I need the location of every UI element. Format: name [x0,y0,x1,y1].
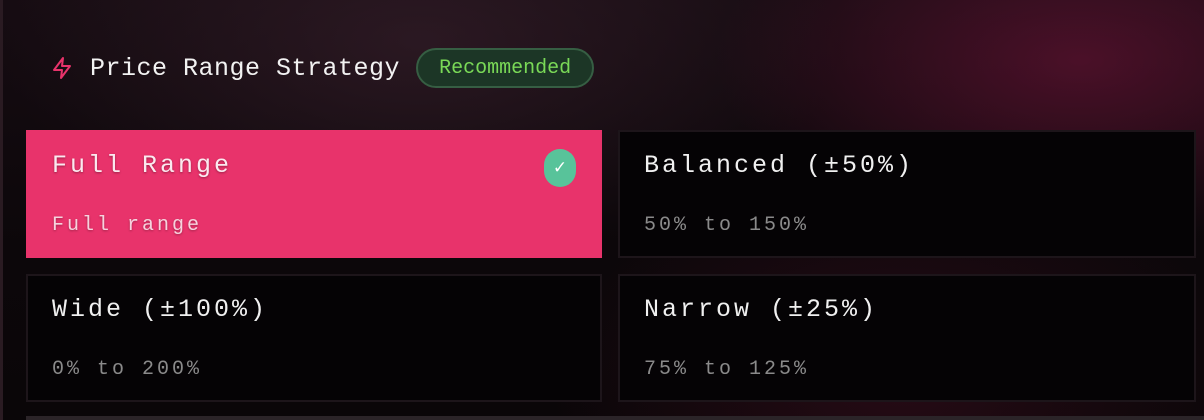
option-card-full-range[interactable]: Full Range Full range ✓ [26,130,602,258]
option-title: Narrow (±25%) [644,295,879,324]
option-range: 75% to 125% [644,358,810,381]
panel-edge [0,0,3,420]
option-range: 50% to 150% [644,214,810,237]
option-range: Full range [52,214,203,237]
next-section-edge [26,416,1204,420]
option-range: 0% to 200% [52,358,203,381]
option-card-wide[interactable]: Wide (±100%) 0% to 200% [26,274,602,402]
option-card-balanced[interactable]: Balanced (±50%) 50% to 150% [618,130,1196,258]
section-title: Price Range Strategy [90,53,401,83]
recommended-badge: Recommended [416,48,595,88]
option-title: Wide (±100%) [52,295,269,324]
option-title: Full Range [52,151,233,180]
check-icon: ✓ [544,149,576,187]
option-title: Balanced (±50%) [644,151,915,180]
option-card-narrow[interactable]: Narrow (±25%) 75% to 125% [618,274,1196,402]
section-header: Price Range Strategy Recommended [50,46,595,90]
lightning-icon [50,56,74,80]
